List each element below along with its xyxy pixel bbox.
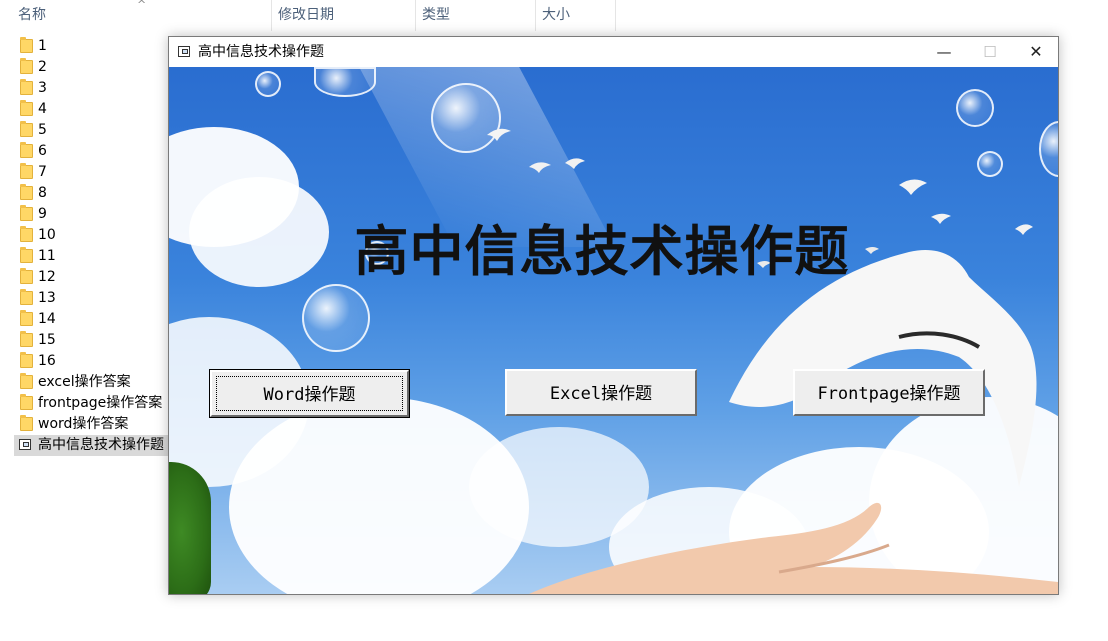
- file-name: 3: [38, 80, 47, 96]
- folder-icon: [20, 205, 33, 221]
- folder-icon: [20, 163, 33, 179]
- folder-icon: [20, 79, 33, 95]
- file-list-item[interactable]: 13: [14, 288, 174, 309]
- folder-icon: [20, 121, 33, 137]
- folder-icon: [20, 352, 33, 368]
- explorer-column-header-bar: 名称 ^ 修改日期 类型 大小: [0, 0, 1108, 31]
- file-list-item[interactable]: 14: [14, 309, 174, 330]
- file-name: 6: [38, 143, 47, 159]
- file-name: 7: [38, 164, 47, 180]
- column-header-size[interactable]: 大小: [536, 0, 616, 31]
- file-list-item[interactable]: 4: [14, 99, 174, 120]
- file-name: 11: [38, 248, 56, 264]
- file-list-item[interactable]: 15: [14, 330, 174, 351]
- folder-icon: [20, 373, 33, 389]
- file-name: 高中信息技术操作题: [38, 437, 164, 453]
- maximize-button[interactable]: ☐: [967, 37, 1013, 67]
- file-name: frontpage操作答案: [38, 395, 163, 411]
- folder-icon: [20, 184, 33, 200]
- file-name: 10: [38, 227, 56, 243]
- file-list-item[interactable]: 8: [14, 183, 174, 204]
- file-name: 12: [38, 269, 56, 285]
- file-list-item[interactable]: excel操作答案: [14, 372, 174, 393]
- file-list-item[interactable]: 2: [14, 57, 174, 78]
- file-list-item[interactable]: 7: [14, 162, 174, 183]
- application-icon: [19, 439, 31, 450]
- frontpage-exercise-button[interactable]: Frontpage操作题: [793, 369, 985, 416]
- sort-ascending-icon: ^: [137, 0, 147, 11]
- file-list-item[interactable]: 16: [14, 351, 174, 372]
- column-header-modified-date[interactable]: 修改日期: [272, 0, 416, 31]
- file-list-item[interactable]: 9: [14, 204, 174, 225]
- frontpage-exercise-label: Frontpage操作题: [817, 384, 961, 404]
- excel-exercise-label: Excel操作题: [549, 384, 653, 404]
- folder-icon: [20, 310, 33, 326]
- column-header-type[interactable]: 类型: [416, 0, 536, 31]
- file-list-item[interactable]: 10: [14, 225, 174, 246]
- file-list-item[interactable]: 5: [14, 120, 174, 141]
- file-name: 4: [38, 101, 47, 117]
- folder-icon: [20, 289, 33, 305]
- folder-icon: [20, 58, 33, 74]
- file-list-item[interactable]: 高中信息技术操作题: [14, 435, 174, 456]
- folder-icon: [20, 226, 33, 242]
- close-button[interactable]: ✕: [1013, 37, 1059, 67]
- file-list-item[interactable]: 6: [14, 141, 174, 162]
- app-client-area: 高中信息技术操作题 Word操作题 Excel操作题 Frontpage操作题: [169, 67, 1058, 594]
- application-icon: [178, 46, 190, 57]
- folder-icon: [20, 268, 33, 284]
- folder-icon: [20, 100, 33, 116]
- file-list-item[interactable]: 1: [14, 36, 174, 57]
- file-name: 1: [38, 38, 47, 54]
- file-name: 9: [38, 206, 47, 222]
- file-name: 5: [38, 122, 47, 138]
- file-name: 14: [38, 311, 56, 327]
- app-window: 高中信息技术操作题 — ☐ ✕ 高中信息技术操作题 Word操作题 Excel操…: [168, 36, 1059, 595]
- tree-decoration: [169, 462, 211, 594]
- excel-exercise-button[interactable]: Excel操作题: [505, 369, 697, 416]
- folder-icon: [20, 394, 33, 410]
- file-name: 15: [38, 332, 56, 348]
- file-name: 2: [38, 59, 47, 75]
- file-name: 8: [38, 185, 47, 201]
- folder-icon: [20, 142, 33, 158]
- word-exercise-button[interactable]: Word操作题: [209, 369, 410, 418]
- file-list-item[interactable]: 12: [14, 267, 174, 288]
- page-title: 高中信息技术操作题: [354, 219, 850, 283]
- folder-icon: [20, 37, 33, 53]
- file-list-item[interactable]: 3: [14, 78, 174, 99]
- flying-birds-decoration: [487, 128, 1058, 594]
- file-name: 16: [38, 353, 56, 369]
- file-name: word操作答案: [38, 416, 129, 432]
- title-bar[interactable]: 高中信息技术操作题 — ☐ ✕: [169, 37, 1058, 67]
- folder-icon: [20, 247, 33, 263]
- folder-icon: [20, 331, 33, 347]
- file-list-item[interactable]: word操作答案: [14, 414, 174, 435]
- folder-icon: [20, 415, 33, 431]
- minimize-button[interactable]: —: [921, 37, 967, 67]
- file-list-item[interactable]: frontpage操作答案: [14, 393, 174, 414]
- file-name: 13: [38, 290, 56, 306]
- word-exercise-label: Word操作题: [263, 385, 356, 405]
- file-name: excel操作答案: [38, 374, 131, 390]
- window-title: 高中信息技术操作题: [198, 44, 324, 60]
- file-list-item[interactable]: 11: [14, 246, 174, 267]
